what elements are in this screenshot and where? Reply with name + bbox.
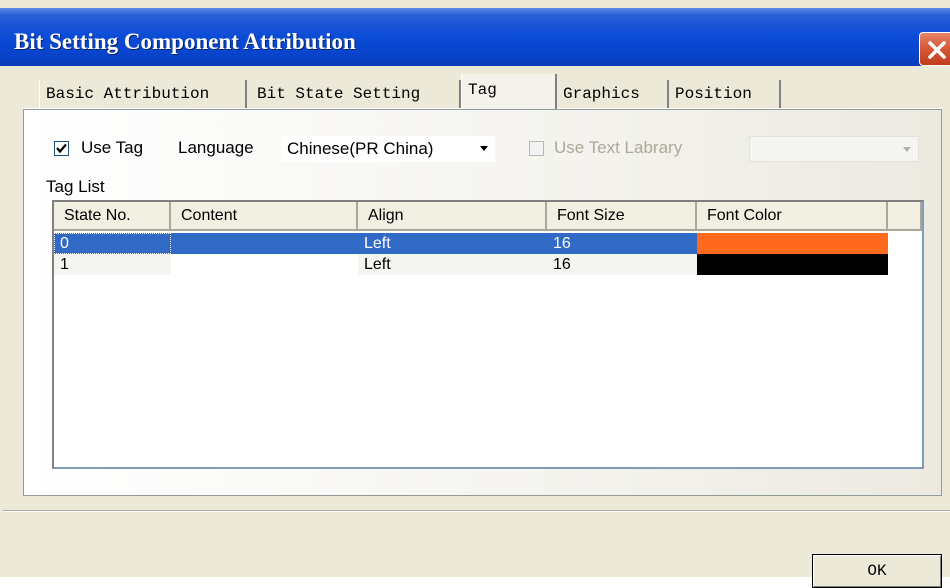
- tab-label: Tag: [468, 81, 497, 99]
- tab-tag[interactable]: Tag: [461, 74, 557, 110]
- language-label: Language: [178, 138, 254, 157]
- tag-list-label: Tag List: [46, 177, 105, 196]
- cell-state-no: 0: [54, 233, 171, 254]
- text-library-select[interactable]: [749, 136, 919, 162]
- tag-tab-page: Use Tag Language Chinese(PR China) Use T…: [23, 109, 942, 496]
- use-tag-checkbox[interactable]: [54, 141, 69, 156]
- font-color-swatch: [697, 254, 888, 275]
- cell-content: [171, 233, 358, 254]
- tab-label: Graphics: [563, 85, 640, 103]
- language-value: Chinese(PR China): [287, 139, 434, 158]
- cell-font-size: 16: [547, 254, 697, 275]
- tab-label: Basic Attribution: [46, 85, 210, 103]
- use-text-library-label: Use Text Labrary: [554, 138, 683, 157]
- cell-content: [171, 254, 358, 275]
- cell-align: Left: [358, 254, 547, 275]
- dropdown-arrow-icon[interactable]: [896, 137, 918, 163]
- tab-graphics[interactable]: Graphics: [557, 80, 669, 108]
- tag-list-header: State No. Content Align Font Size Font C…: [54, 202, 922, 231]
- tab-label: Bit State Setting: [257, 85, 421, 103]
- tab-position[interactable]: Position: [669, 80, 781, 108]
- font-color-swatch: [697, 233, 888, 254]
- checkmark-icon: [56, 143, 67, 154]
- table-row[interactable]: 0 Left 16: [54, 233, 697, 254]
- cell-state-no: 1: [54, 254, 171, 275]
- tag-list[interactable]: State No. Content Align Font Size Font C…: [52, 200, 924, 469]
- bottom-separator: [3, 510, 950, 512]
- cell-align: Left: [364, 235, 391, 252]
- cell-font-size: 16: [553, 235, 571, 252]
- ok-button[interactable]: OK: [812, 554, 942, 588]
- column-header-align[interactable]: Align: [358, 202, 547, 231]
- close-icon: [928, 41, 946, 59]
- column-header-filler: [888, 202, 922, 231]
- use-text-library-checkbox[interactable]: [529, 141, 544, 156]
- tab-label: Position: [675, 85, 752, 103]
- use-tag-label: Use Tag: [81, 138, 144, 157]
- title-bar[interactable]: Bit Setting Component Attribution: [0, 8, 950, 66]
- dialog-window: Bit Setting Component Attribution Basic …: [0, 0, 950, 588]
- tab-bit-state-setting[interactable]: Bit State Setting: [247, 80, 461, 108]
- close-button[interactable]: [919, 32, 950, 66]
- window-title: Bit Setting Component Attribution: [14, 29, 356, 54]
- tab-basic-attribution[interactable]: Basic Attribution: [39, 80, 247, 108]
- column-header-state-no[interactable]: State No.: [54, 202, 171, 231]
- language-select[interactable]: Chinese(PR China): [282, 136, 495, 162]
- column-header-font-size[interactable]: Font Size: [547, 202, 697, 231]
- column-header-content[interactable]: Content: [171, 202, 358, 231]
- column-header-font-color[interactable]: Font Color: [697, 202, 888, 231]
- dropdown-arrow-icon[interactable]: [473, 136, 495, 162]
- dialog-client: Basic Attribution Bit State Setting Tag …: [3, 66, 950, 588]
- table-row[interactable]: 1 Left 16: [54, 254, 697, 275]
